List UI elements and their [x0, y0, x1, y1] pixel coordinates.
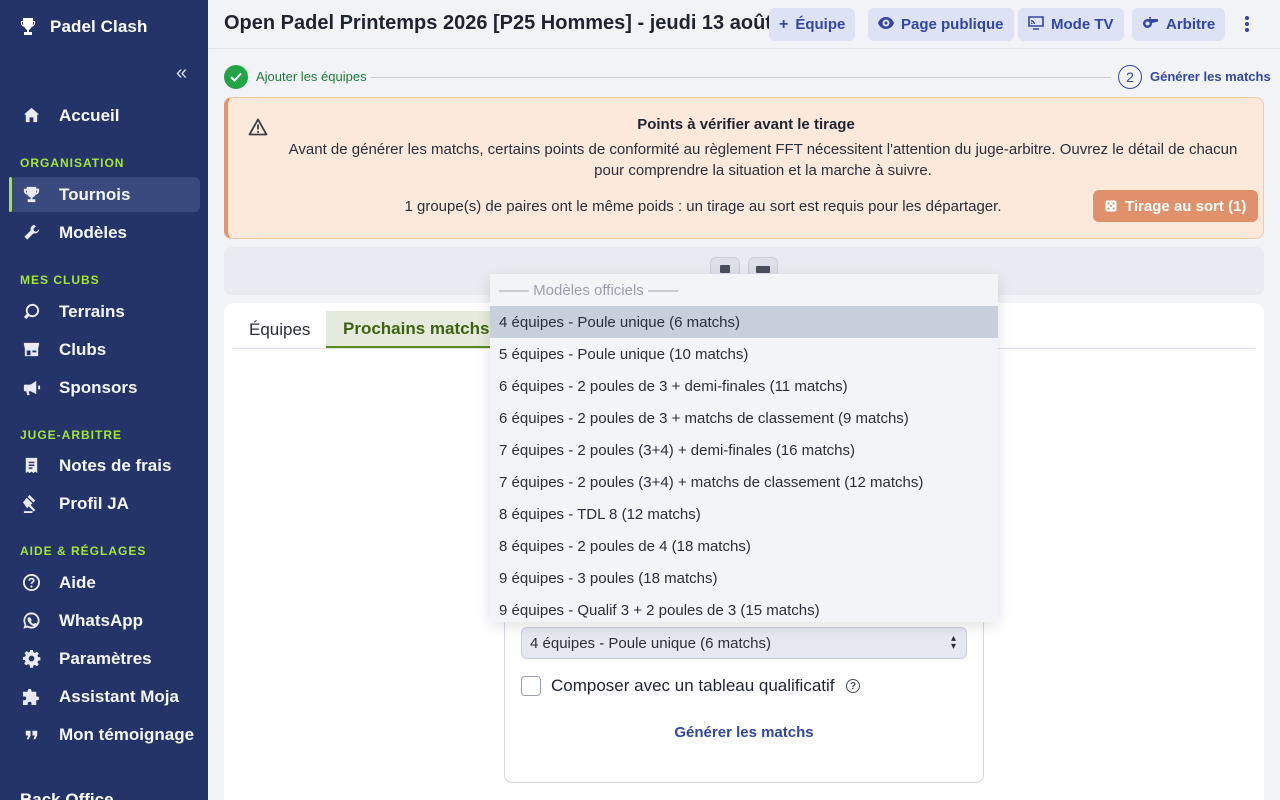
sidebar-item-label: Terrains — [59, 301, 125, 321]
sidebar: Padel Clash « Accueil ORGANISATION Tourn… — [0, 0, 208, 800]
step-1-label[interactable]: Ajouter les équipes — [256, 69, 367, 84]
section-label-aide-reglages: AIDE & RÉGLAGES — [20, 544, 147, 558]
dropdown-option[interactable]: 5 équipes - Poule unique (10 matchs) — [490, 338, 998, 370]
tv-icon — [1028, 15, 1044, 34]
sidebar-item-label: Sponsors — [59, 377, 138, 397]
generate-matches-button[interactable]: Générer les matchs — [504, 724, 984, 741]
quote-icon — [21, 725, 41, 745]
sidebar-item-label: Aide — [59, 572, 96, 592]
sidebar-item-label: Paramètres — [59, 648, 152, 668]
sidebar-item-label: WhatsApp — [59, 610, 144, 630]
sidebar-item-sponsors[interactable]: Sponsors — [9, 370, 200, 405]
sidebar-item-parametres[interactable]: Paramètres — [9, 641, 200, 676]
sidebar-item-label: Modèles — [59, 222, 128, 242]
top-header: Open Padel Printemps 2026 [P25 Hommes] -… — [208, 0, 1280, 49]
dropdown-option[interactable]: 9 équipes - Qualif 3 + 2 poules de 3 (15… — [490, 594, 998, 622]
eye-icon — [878, 16, 894, 33]
sidebar-item-notes-de-frais[interactable]: Notes de frais — [9, 448, 200, 483]
gear-icon — [21, 649, 41, 669]
dropdown-option[interactable]: 9 équipes - 3 poules (18 matchs) — [490, 562, 998, 594]
help-icon[interactable]: ? — [846, 679, 860, 693]
sidebar-item-profil-ja[interactable]: Profil JA — [9, 486, 200, 521]
referee-button[interactable]: Arbitre — [1132, 8, 1226, 41]
tab-equipes[interactable]: Équipes — [232, 311, 327, 348]
section-label-organisation: ORGANISATION — [20, 156, 125, 170]
sidebar-item-whatsapp[interactable]: WhatsApp — [9, 603, 200, 638]
sidebar-item-assistant-moja[interactable]: Assistant Moja — [9, 679, 200, 714]
checkbox-label: Composer avec un tableau qualificatif — [551, 676, 835, 695]
dropdown-option[interactable]: 6 équipes - 2 poules de 3 + matchs de cl… — [490, 402, 998, 434]
sidebar-item-terrains[interactable]: Terrains — [9, 294, 200, 329]
template-select[interactable]: 4 équipes - Poule unique (6 matchs) ▴ ▾ — [521, 627, 967, 659]
whatsapp-icon — [21, 611, 41, 631]
sidebar-item-tournois[interactable]: Tournois — [9, 177, 200, 212]
template-dropdown: —— Modèles officiels —— 4 équipes - Poul… — [490, 274, 998, 622]
sidebar-item-back-office[interactable]: Back Office — [20, 790, 114, 800]
whistle-icon — [1142, 16, 1159, 33]
button-label: Mode TV — [1051, 16, 1114, 33]
sidebar-item-mon-temoignage[interactable]: Mon témoignage — [9, 717, 200, 752]
sidebar-item-label: Profil JA — [59, 493, 129, 513]
qualifying-table-checkbox[interactable] — [521, 676, 541, 696]
tab-prochains-matchs[interactable]: Prochains matchs — [326, 311, 507, 348]
dropdown-option[interactable]: 7 équipes - 2 poules (3+4) + demi-finale… — [490, 434, 998, 466]
wrench-icon — [21, 223, 41, 243]
page-title: Open Padel Printemps 2026 [P25 Hommes] -… — [224, 12, 772, 34]
warning-detail: 1 groupe(s) de paires ont le même poids … — [404, 198, 1002, 215]
sidebar-item-label: Accueil — [59, 105, 120, 125]
sidebar-item-aide[interactable]: Aide — [9, 565, 200, 600]
help-circle-icon — [21, 573, 41, 593]
sidebar-item-label: Mon témoignage — [59, 724, 195, 744]
step-2-number: 2 — [1118, 65, 1142, 89]
button-label: Tirage au sort (1) — [1125, 197, 1247, 215]
button-label: Page publique — [901, 16, 1004, 33]
warning-title: Points à vérifier avant le tirage — [637, 116, 855, 133]
add-team-button[interactable]: + Équipe — [769, 8, 856, 41]
tv-mode-button[interactable]: Mode TV — [1018, 8, 1124, 41]
sidebar-item-label: Clubs — [59, 339, 107, 359]
puzzle-icon — [21, 687, 41, 707]
sidebar-item-label: Notes de frais — [59, 455, 172, 475]
racket-icon — [21, 302, 41, 322]
warning-banner: Points à vérifier avant le tirage Avant … — [224, 97, 1264, 239]
dropdown-group-header: —— Modèles officiels —— — [499, 281, 678, 299]
dropdown-option[interactable]: 4 équipes - Poule unique (6 matchs) — [490, 306, 998, 338]
receipt-icon — [21, 456, 41, 476]
store-icon — [21, 340, 41, 360]
home-icon — [21, 106, 41, 126]
dropdown-option[interactable]: 8 équipes - 2 poules de 4 (18 matchs) — [490, 530, 998, 562]
public-page-button[interactable]: Page publique — [868, 8, 1014, 41]
trophy-logo-icon — [21, 18, 35, 35]
sidebar-item-clubs[interactable]: Clubs — [9, 332, 200, 367]
megaphone-icon — [21, 378, 41, 398]
button-label: Arbitre — [1166, 16, 1216, 33]
draw-lots-button[interactable]: Tirage au sort (1) — [1093, 190, 1259, 222]
step-2-label[interactable]: Générer les matchs — [1150, 69, 1271, 84]
select-chevron-icon: ▴ ▾ — [950, 633, 956, 652]
sidebar-item-modeles[interactable]: Modèles — [9, 215, 200, 250]
more-menu-icon[interactable] — [1238, 13, 1256, 35]
button-label: Équipe — [795, 16, 846, 33]
brand-name: Padel Clash — [50, 17, 148, 36]
sidebar-item-label: Assistant Moja — [59, 686, 179, 706]
gavel-icon — [21, 494, 41, 514]
dropdown-option[interactable]: 6 équipes - 2 poules de 3 + demi-finales… — [490, 370, 998, 402]
select-value: 4 équipes - Poule unique (6 matchs) — [530, 634, 771, 652]
section-label-juge-arbitre: JUGE-ARBITRE — [20, 428, 123, 442]
trophy-icon — [21, 185, 41, 205]
brand[interactable]: Padel Clash — [20, 17, 147, 37]
dropdown-option[interactable]: 8 équipes - TDL 8 (12 matchs) — [490, 498, 998, 530]
dropdown-option[interactable]: 7 équipes - 2 poules (3+4) + matchs de c… — [490, 466, 998, 498]
plus-icon: + — [779, 15, 789, 33]
active-indicator — [9, 177, 12, 212]
sidebar-item-accueil[interactable]: Accueil — [9, 98, 200, 133]
step-complete-icon — [224, 65, 248, 89]
section-label-mes-clubs: MES CLUBS — [20, 273, 100, 287]
warning-text: Avant de générer les matchs, certains po… — [288, 141, 1238, 179]
collapse-sidebar-icon[interactable]: « — [176, 62, 187, 85]
stepper-line — [371, 77, 1111, 78]
dice-icon — [1105, 200, 1117, 212]
sidebar-item-label: Tournois — [59, 184, 131, 204]
